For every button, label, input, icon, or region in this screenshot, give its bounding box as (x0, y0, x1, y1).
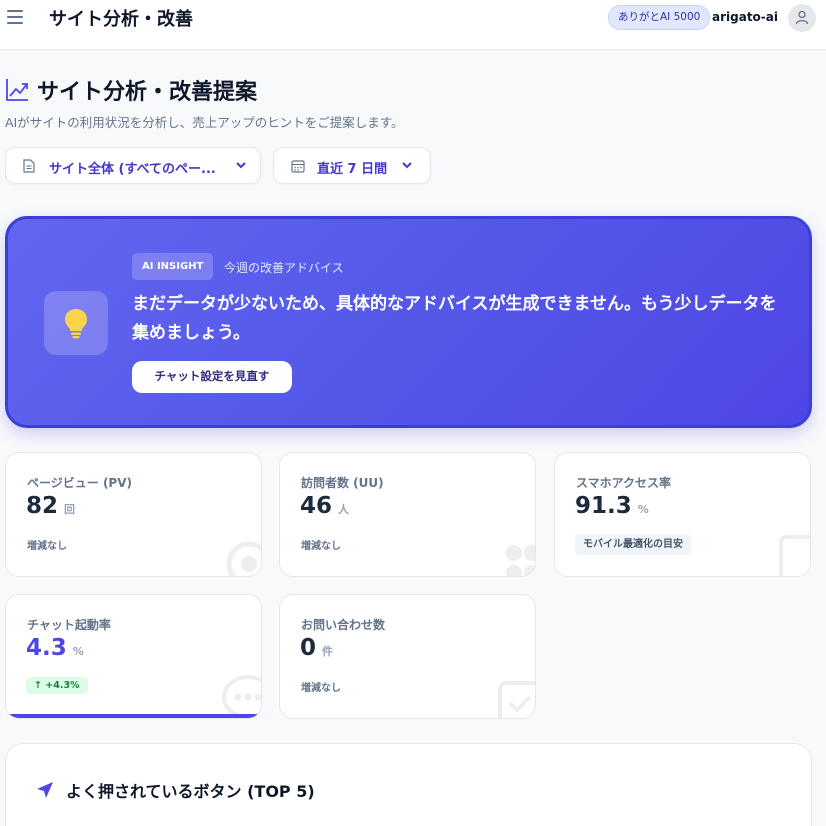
insight-subtag: 今週の改善アドバイス (224, 261, 344, 275)
trend-chart-icon (6, 79, 28, 101)
avatar[interactable] (788, 4, 816, 32)
stat-value: 82 回 (26, 493, 76, 519)
chevron-down-icon (236, 162, 246, 169)
user-icon (795, 10, 809, 25)
ai-insight-card: AI INSIGHT 今週の改善アドバイス まだデータが少ないため、具体的なアド… (5, 216, 812, 428)
stat-note: 増減なし (301, 541, 341, 552)
stat-card-pageviews: ページビュー (PV) 82 回 増減なし (5, 452, 262, 577)
app-title: サイト分析・改善 (49, 9, 193, 30)
stat-card-visitors: 訪問者数 (UU) 46 人 増減なし (279, 452, 536, 577)
stat-note: 増減なし (301, 683, 341, 694)
page-title: サイト分析・改善提案 (37, 80, 258, 105)
stat-note: 増減なし (27, 541, 67, 552)
stat-label: 訪問者数 (UU) (301, 476, 384, 490)
credit-badge[interactable]: ありがとAI 5000 (608, 5, 711, 30)
stat-value: 0件 (300, 635, 334, 661)
stat-value: 91.3% (575, 493, 649, 519)
smartphone-icon (779, 535, 810, 576)
date-range-value: 直近 7 日間 (317, 162, 388, 177)
eye-icon (226, 541, 261, 576)
stat-label: チャット起動率 (27, 618, 111, 632)
stat-trend-chip: ↑ +4.3% (26, 677, 88, 694)
stat-label: スマホアクセス率 (576, 476, 672, 490)
stat-label: ページビュー (PV) (27, 476, 132, 490)
users-icon (506, 545, 535, 576)
top-buttons-title: よく押されているボタン (TOP 5) (66, 782, 315, 801)
calendar-icon (291, 160, 305, 173)
lightbulb-icon (65, 309, 87, 339)
cursor-arrow-icon (37, 782, 53, 798)
stat-chip: モバイル最適化の目安 (575, 534, 691, 555)
mail-check-icon (498, 681, 535, 718)
page-scope-select[interactable]: サイト全体 (すべてのペー... (5, 147, 261, 184)
insight-message: まだデータが少ないため、具体的なアドバイスが生成できません。もう少しデータを集め… (132, 294, 777, 343)
chat-bubble-icon (222, 675, 261, 718)
insight-tag: AI INSIGHT (132, 253, 214, 280)
stat-card-chat-rate: チャット起動率 4.3% ↑ +4.3% (5, 594, 262, 719)
accent-bar (6, 714, 261, 718)
chevron-down-icon (402, 162, 412, 169)
page-subtitle: AIがサイトの利用状況を分析し、売上アップのヒントをご提案します。 (5, 115, 404, 130)
top-bar: サイト分析・改善 ありがとAI 5000 arigato-ai (0, 0, 826, 50)
stat-card-inquiries: お問い合わせ数 0件 増減なし (279, 594, 536, 719)
stat-label: お問い合わせ数 (301, 618, 386, 632)
document-icon (23, 159, 35, 173)
stat-value: 46 人 (300, 493, 350, 519)
lightbulb-tile (44, 291, 108, 355)
page-scope-value: サイト全体 (すべてのペー... (49, 162, 216, 177)
username[interactable]: arigato-ai (712, 10, 778, 24)
date-range-select[interactable]: 直近 7 日間 (273, 147, 431, 184)
review-chat-settings-button[interactable]: チャット設定を見直す (132, 361, 292, 393)
hamburger-icon[interactable] (7, 10, 23, 24)
stat-value: 4.3% (26, 635, 84, 661)
stat-card-mobile-rate: スマホアクセス率 91.3% モバイル最適化の目安 (554, 452, 811, 577)
top-buttons-panel: よく押されているボタン (TOP 5) (5, 743, 812, 826)
